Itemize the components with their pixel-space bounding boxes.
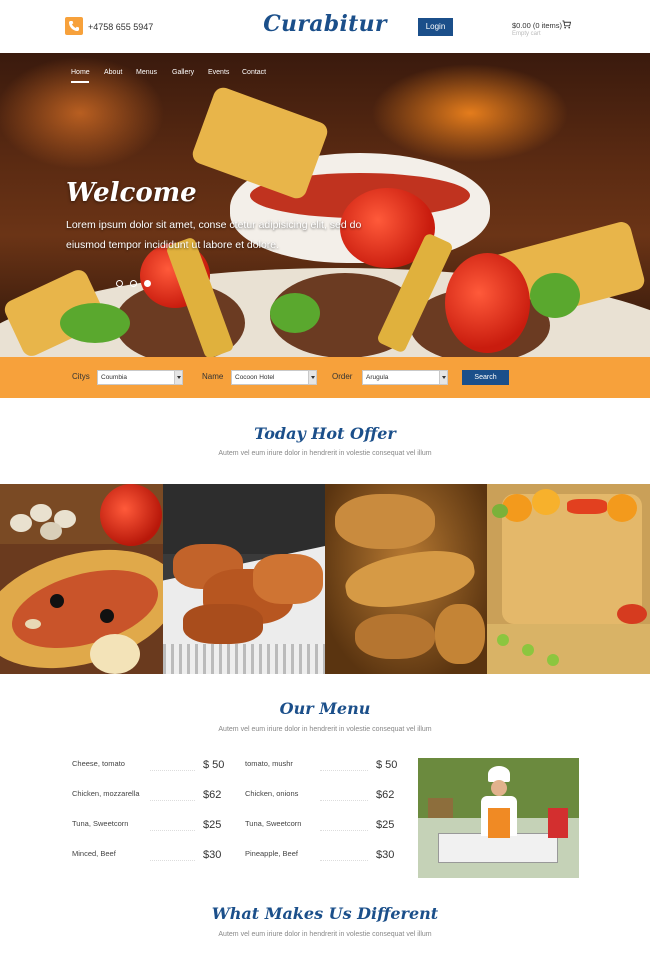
- offer-title: Today Hot Offer: [254, 424, 396, 443]
- menu-item-name: Pineapple, Beef: [245, 849, 298, 858]
- menu-divider: [320, 800, 368, 801]
- menu-item-name: Tuna, Sweetcorn: [72, 819, 129, 828]
- lettuce: [530, 273, 580, 318]
- slider-dot[interactable]: [130, 280, 137, 287]
- search-button[interactable]: Search: [462, 370, 509, 385]
- nav-events[interactable]: Events: [208, 69, 229, 76]
- name-value: Cocoon Hotel: [235, 374, 275, 381]
- different-subtitle: Autem vel eum iriure dolor in hendrerit …: [218, 931, 432, 938]
- nav-menus[interactable]: Menus: [136, 69, 157, 76]
- hero-banner: Home About Menus Gallery Events Contact …: [0, 53, 650, 357]
- nav-active-indicator: [71, 81, 89, 83]
- slider-dot-active[interactable]: [144, 280, 151, 287]
- menu-item-price: $ 50: [376, 759, 398, 771]
- menu-item-name: tomato, mushr: [245, 759, 293, 768]
- chevron-down-icon: [308, 371, 316, 384]
- nav-about[interactable]: About: [104, 69, 122, 76]
- menu-divider: [320, 830, 368, 831]
- tomato: [445, 253, 530, 353]
- chevron-down-icon: [439, 371, 447, 384]
- name-label: Name: [202, 372, 224, 381]
- menu-item-name: Cheese, tomato: [72, 759, 125, 768]
- order-label: Order: [332, 372, 353, 381]
- menu-item-name: Chicken, mozzarella: [72, 789, 140, 798]
- menu-item-price: $ 50: [203, 759, 225, 771]
- different-title: What Makes Us Different: [211, 904, 439, 923]
- nav-contact[interactable]: Contact: [242, 69, 266, 76]
- nav-gallery[interactable]: Gallery: [172, 69, 194, 76]
- order-select[interactable]: Arugula: [362, 370, 448, 385]
- menu-divider: [320, 860, 368, 861]
- gallery-item-fried-chicken[interactable]: [163, 484, 325, 674]
- cart-total[interactable]: $0.00 (0 items): [512, 21, 562, 30]
- nav-home[interactable]: Home: [71, 69, 90, 76]
- menu-subtitle: Autem vel eum iriure dolor in hendrerit …: [218, 726, 432, 733]
- cart-icon[interactable]: [562, 20, 571, 29]
- menu-item-name: Chicken, onions: [245, 789, 299, 798]
- gallery-item-pizza[interactable]: [0, 484, 163, 674]
- menu-divider: [150, 770, 195, 771]
- menu-divider: [150, 860, 195, 861]
- gallery-item-roast-chicken[interactable]: [325, 484, 487, 674]
- menu-item-price: $30: [376, 849, 395, 861]
- chip: [189, 84, 331, 202]
- lettuce: [60, 303, 130, 343]
- menu-item-name: Tuna, Sweetcorn: [245, 819, 302, 828]
- menu-item-price: $25: [203, 819, 222, 831]
- chevron-down-icon: [174, 371, 182, 384]
- offer-gallery: [0, 484, 650, 674]
- city-select[interactable]: Coumbia: [97, 370, 183, 385]
- chef-photo: [418, 758, 579, 878]
- menu-title: Our Menu: [279, 699, 371, 718]
- login-button[interactable]: Login: [418, 18, 453, 36]
- hero-title: Welcome: [66, 178, 197, 208]
- offer-subtitle: Autem vel eum iriure dolor in hendrerit …: [218, 450, 432, 457]
- slider-dot[interactable]: [116, 280, 123, 287]
- search-bar: Citys Coumbia Name Cocoon Hotel Order Ar…: [0, 357, 650, 398]
- menu-item-price: $62: [203, 789, 222, 801]
- menu-item-price: $62: [376, 789, 395, 801]
- menu-item-price: $30: [203, 849, 222, 861]
- menu-item-name: Minced, Beef: [72, 849, 116, 858]
- lettuce: [270, 293, 320, 333]
- site-header: +4758 655 5947 Curabitur Login $0.00 (0 …: [0, 0, 650, 53]
- name-select[interactable]: Cocoon Hotel: [231, 370, 317, 385]
- city-value: Coumbia: [101, 374, 128, 381]
- order-value: Arugula: [366, 374, 389, 381]
- hero-text: Lorem ipsum dolor sit amet, conse ctetur…: [66, 219, 362, 251]
- city-label: Citys: [72, 372, 90, 381]
- cart-status: Empty cart: [512, 31, 541, 37]
- menu-divider: [320, 770, 368, 771]
- gallery-item-vol-au-vent[interactable]: [487, 484, 650, 674]
- menu-divider: [150, 830, 195, 831]
- menu-divider: [150, 800, 195, 801]
- menu-item-price: $25: [376, 819, 395, 831]
